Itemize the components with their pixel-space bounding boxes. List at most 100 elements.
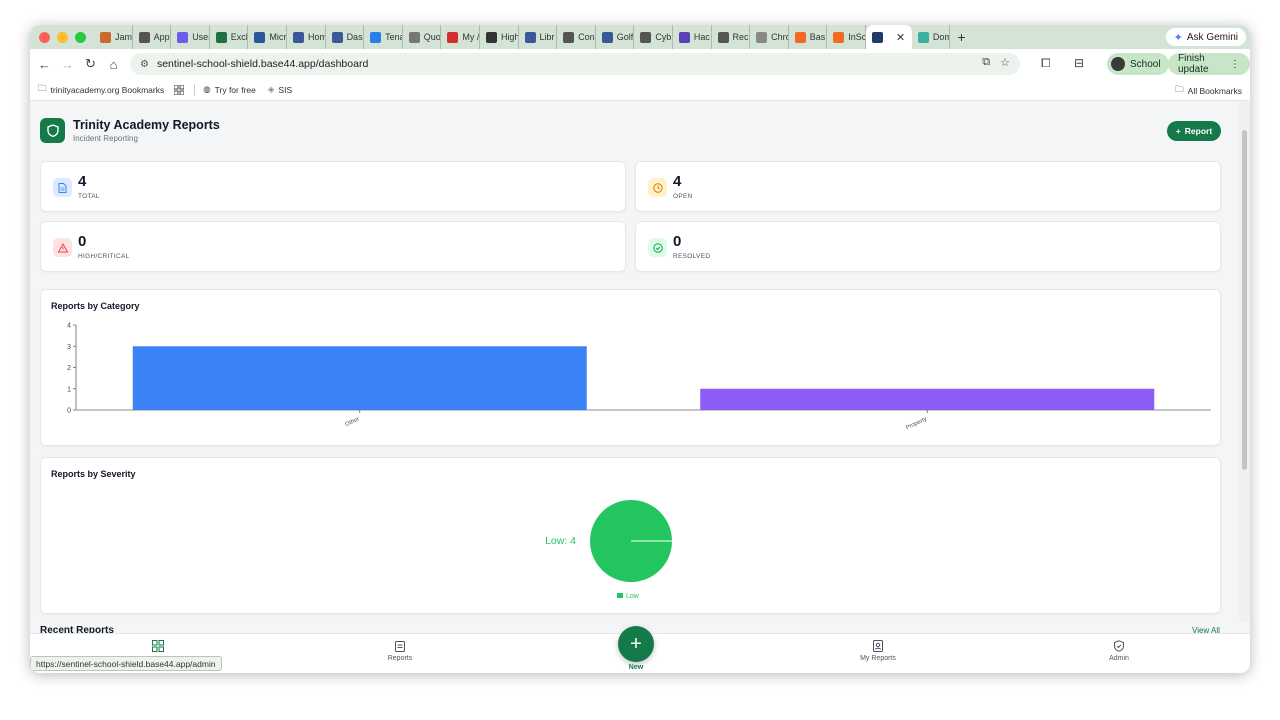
address-bar[interactable]: ⚙ sentinel-school-shield.base44.app/dash… <box>130 53 1020 75</box>
browser-tab[interactable]: Libr <box>519 25 558 49</box>
tab-favicon-icon <box>215 31 227 43</box>
shield-logo-icon <box>40 118 65 143</box>
nav-label: Admin <box>1109 655 1129 662</box>
bookmark-label: SIS <box>278 84 293 95</box>
page-title: Trinity Academy Reports <box>73 118 220 132</box>
stat-card-high-critical: 0 HIGH/CRITICAL <box>40 221 626 272</box>
plus-icon: + <box>630 632 642 655</box>
x-tick-label: Other <box>344 416 360 428</box>
bookmark-star-icon[interactable]: ☆ <box>1000 56 1010 69</box>
bar-property[interactable] <box>700 388 1155 410</box>
bookmark-sis[interactable]: ◈ SIS <box>268 84 292 95</box>
browser-tab[interactable]: InSc <box>827 25 866 49</box>
scrollbar-thumb[interactable] <box>1242 130 1247 470</box>
stat-value: 4 <box>673 173 682 190</box>
profile-label: School <box>1130 58 1161 70</box>
browser-tab[interactable]: Micr <box>248 25 287 49</box>
zoom-window-button[interactable] <box>75 31 86 43</box>
finish-update-label: Finish update <box>1178 53 1209 75</box>
all-bookmarks-label: All Bookmarks <box>1187 86 1242 96</box>
new-tab-button[interactable]: + <box>950 29 972 45</box>
tab-favicon-icon <box>138 31 150 43</box>
y-tick-label: 2 <box>67 365 71 372</box>
browser-tab[interactable]: Hom <box>287 25 326 49</box>
profile-button[interactable]: School <box>1107 53 1169 75</box>
browser-tab[interactable]: Quo <box>403 25 442 49</box>
ask-gemini-button[interactable]: ✦ Ask Gemini <box>1165 28 1246 46</box>
bookmarks-bar: 🗀 trinityacademy.org Bookmarks ◍ Try for… <box>30 79 1250 101</box>
bookmark-folder-trinity[interactable]: 🗀 trinityacademy.org Bookmarks <box>38 83 164 97</box>
bar-other[interactable] <box>132 346 587 410</box>
tab-label: InSc <box>848 32 866 42</box>
bookmark-try-for-free[interactable]: ◍ Try for free <box>203 84 256 95</box>
close-window-button[interactable] <box>39 31 50 43</box>
legend-swatch <box>617 593 623 598</box>
browser-tab[interactable]: Chro <box>750 25 789 49</box>
install-app-icon[interactable]: ⧉ <box>982 56 990 69</box>
user-file-icon <box>873 640 883 652</box>
nav-label-new: New <box>628 664 644 671</box>
y-tick-label: 3 <box>67 344 71 351</box>
site-settings-icon[interactable]: ⚙ <box>140 59 149 70</box>
stat-card-total: 4 TOTAL <box>40 161 626 212</box>
nav-admin[interactable]: Admin <box>1079 640 1159 662</box>
apps-grid-icon[interactable] <box>174 84 185 95</box>
shield-check-icon <box>1114 640 1124 652</box>
bookmark-label: trinityacademy.org Bookmarks <box>50 84 165 95</box>
browser-tab[interactable]: Con <box>557 25 596 49</box>
finish-update-button[interactable]: Finish update ⋮ <box>1168 53 1250 75</box>
browser-tab[interactable]: Excl <box>210 25 249 49</box>
browser-tab[interactable]: Bas <box>789 25 828 49</box>
browser-tab[interactable]: Golf <box>596 25 635 49</box>
tab-label: Bas <box>809 32 826 42</box>
nav-dashboard[interactable] <box>118 640 198 655</box>
y-tick-label: 0 <box>67 408 71 415</box>
tab-favicon-icon <box>871 31 883 43</box>
tab-favicon-icon <box>678 31 690 43</box>
extensions-icon[interactable]: ⧠ <box>1041 56 1051 71</box>
tab-label: My / <box>462 32 480 42</box>
browser-tab[interactable]: Jam <box>94 25 133 49</box>
tab-search-icon[interactable]: ⊟ <box>1074 56 1084 70</box>
browser-tab[interactable]: My / <box>441 25 480 49</box>
browser-tab[interactable]: Tena <box>364 25 403 49</box>
nav-my-reports[interactable]: My Reports <box>838 640 918 662</box>
tab-label: Con <box>578 32 595 42</box>
close-tab-icon[interactable]: ✕ <box>896 31 905 44</box>
avatar <box>1111 57 1125 71</box>
pie-data-label: Low: 4 <box>545 535 576 547</box>
tab-label: Hac <box>693 32 710 42</box>
link-status-bar: https://sentinel-school-shield.base44.ap… <box>30 656 222 671</box>
reload-icon[interactable]: ↻ <box>79 56 102 72</box>
tab-favicon-icon <box>524 31 536 43</box>
home-icon[interactable]: ⌂ <box>102 57 125 72</box>
browser-tab[interactable]: Dasl <box>326 25 365 49</box>
browser-tab[interactable]: Rec <box>712 25 751 49</box>
tab-label: Tena <box>385 32 403 42</box>
browser-tab[interactable]: Cyb <box>634 25 673 49</box>
browser-tab[interactable]: User <box>171 25 210 49</box>
tab-label: Chro <box>771 32 789 42</box>
page-subtitle: Incident Reporting <box>73 134 138 143</box>
stat-label: HIGH/CRITICAL <box>78 253 130 260</box>
clipboard-icon <box>395 641 405 652</box>
browser-tab[interactable]: High <box>480 25 519 49</box>
more-vertical-icon: ⋮ <box>1230 58 1240 70</box>
new-report-fab[interactable]: + <box>618 626 654 662</box>
browser-tab[interactable]: Hac <box>673 25 712 49</box>
stat-label: OPEN <box>673 193 693 200</box>
severity-pie-chart: Low: 4 Low <box>545 500 672 600</box>
new-report-button[interactable]: + Report <box>1167 121 1221 141</box>
minimize-window-button[interactable] <box>57 31 68 43</box>
browser-tab[interactable]: App <box>133 25 172 49</box>
all-bookmarks-button[interactable]: 🗀 All Bookmarks <box>1175 84 1242 98</box>
browser-tab[interactable]: Dom <box>912 25 951 49</box>
tab-label: Micr <box>269 32 287 42</box>
browser-tab-active[interactable]: ✕ <box>865 25 912 49</box>
back-arrow-icon[interactable]: ← <box>33 57 56 72</box>
bookmark-divider <box>194 83 196 96</box>
tab-favicon-icon <box>640 31 652 43</box>
folder-icon: 🗀 <box>38 82 47 93</box>
forward-arrow-icon[interactable]: → <box>56 57 79 72</box>
nav-reports[interactable]: Reports <box>360 640 440 662</box>
